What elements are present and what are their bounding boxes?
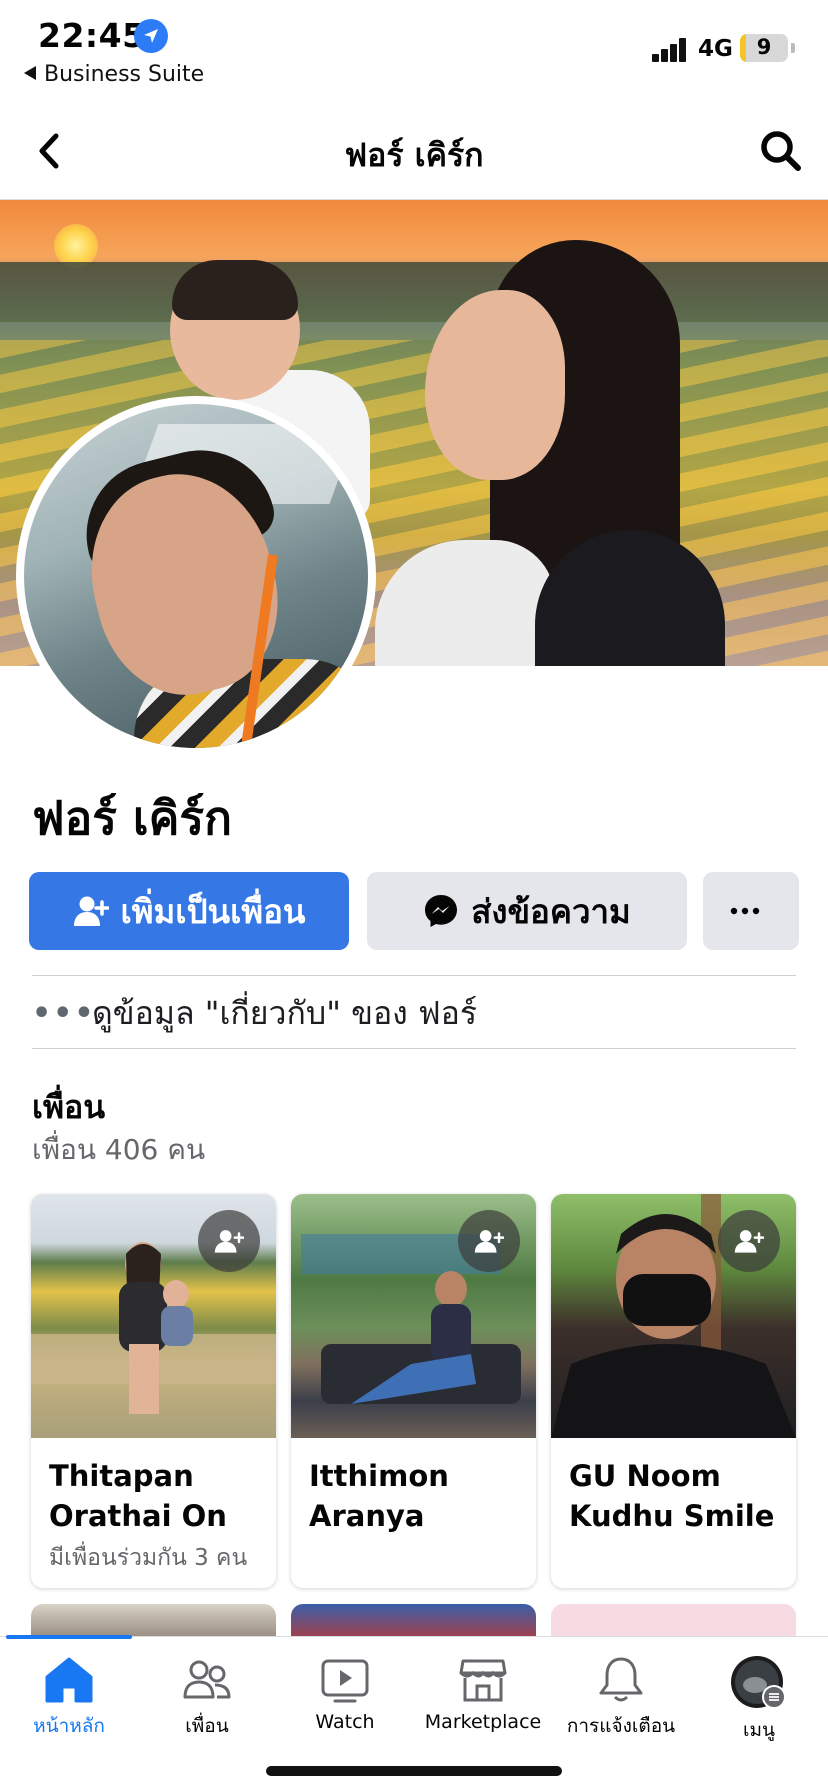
friend-name[interactable]: GU Noom Kudhu Smile	[569, 1456, 789, 1536]
marketplace-icon	[459, 1659, 507, 1702]
tab-watch[interactable]: Watch	[276, 1655, 414, 1765]
tab-friends[interactable]: เพื่อน	[138, 1655, 276, 1765]
add-friend-button[interactable]: เพิ่มเป็นเพื่อน	[29, 872, 349, 950]
divider	[32, 975, 796, 976]
more-options-button[interactable]	[703, 872, 799, 950]
battery-level: 9	[756, 35, 772, 59]
location-arrow-icon	[134, 19, 168, 53]
status-bar: 22:45 Business Suite 4G 9	[0, 0, 828, 100]
status-time: 22:45	[38, 16, 146, 55]
messenger-icon	[425, 895, 458, 927]
add-friend-icon[interactable]	[458, 1210, 520, 1272]
about-info-link[interactable]: ••• ดูข้อมูล "เกี่ยวกับ" ของ ฟอร์	[32, 978, 796, 1048]
friend-photo[interactable]	[31, 1194, 276, 1438]
tab-menu[interactable]: เมนู	[690, 1655, 828, 1765]
battery-icon: 9	[740, 34, 788, 62]
home-icon	[45, 1657, 93, 1703]
friend-photo[interactable]	[551, 1194, 796, 1438]
signal-icon	[652, 38, 688, 62]
profile-name: ฟอร์ เคิร์ก	[32, 791, 232, 845]
friends-section-title: เพื่อน	[32, 1088, 106, 1126]
friend-name[interactable]: Thitapan Orathai On	[49, 1456, 269, 1536]
home-indicator[interactable]	[266, 1766, 562, 1776]
tab-notifications[interactable]: การแจ้งเตือน	[552, 1655, 690, 1765]
more-dots-icon	[730, 907, 760, 915]
tab-marketplace[interactable]: Marketplace	[414, 1655, 552, 1765]
page-title: ฟอร์ เคิร์ก	[344, 136, 484, 174]
friend-name[interactable]: Itthimon Aranya	[309, 1456, 529, 1536]
friend-card[interactable]: GU Noom Kudhu Smile	[551, 1194, 796, 1588]
divider	[32, 1048, 796, 1049]
network-type: 4G	[698, 36, 733, 62]
search-icon[interactable]	[756, 126, 806, 176]
mutual-friends: มีเพื่อนร่วมกัน 3 คน	[49, 1545, 248, 1571]
add-friend-icon	[73, 896, 109, 926]
add-friend-icon[interactable]	[718, 1210, 780, 1272]
friend-photo[interactable]	[291, 1194, 536, 1438]
message-button[interactable]: ส่งข้อความ	[367, 872, 687, 950]
back-to-app-link[interactable]: Business Suite	[24, 62, 204, 87]
tab-home[interactable]: หน้าหลัก	[0, 1655, 138, 1765]
menu-avatar-icon	[731, 1656, 786, 1709]
profile-picture[interactable]	[16, 396, 376, 756]
friend-card[interactable]: Itthimon Aranya	[291, 1194, 536, 1588]
friend-card[interactable]: Thitapan Orathai On มีเพื่อนร่วมกัน 3 คน	[31, 1194, 276, 1588]
bell-icon	[599, 1657, 643, 1702]
profile-header: ฟอร์ เคิร์ก	[0, 104, 828, 200]
watch-icon	[321, 1659, 369, 1703]
friends-count: เพื่อน 406 คน	[32, 1133, 206, 1166]
add-friend-icon[interactable]	[198, 1210, 260, 1272]
more-dots-icon: •••	[32, 995, 96, 1031]
friends-icon	[183, 1660, 231, 1699]
active-tab-indicator	[6, 1635, 132, 1639]
back-triangle-icon	[24, 66, 36, 80]
about-link-text: ดูข้อมูล "เกี่ยวกับ" ของ ฟอร์	[92, 993, 478, 1032]
